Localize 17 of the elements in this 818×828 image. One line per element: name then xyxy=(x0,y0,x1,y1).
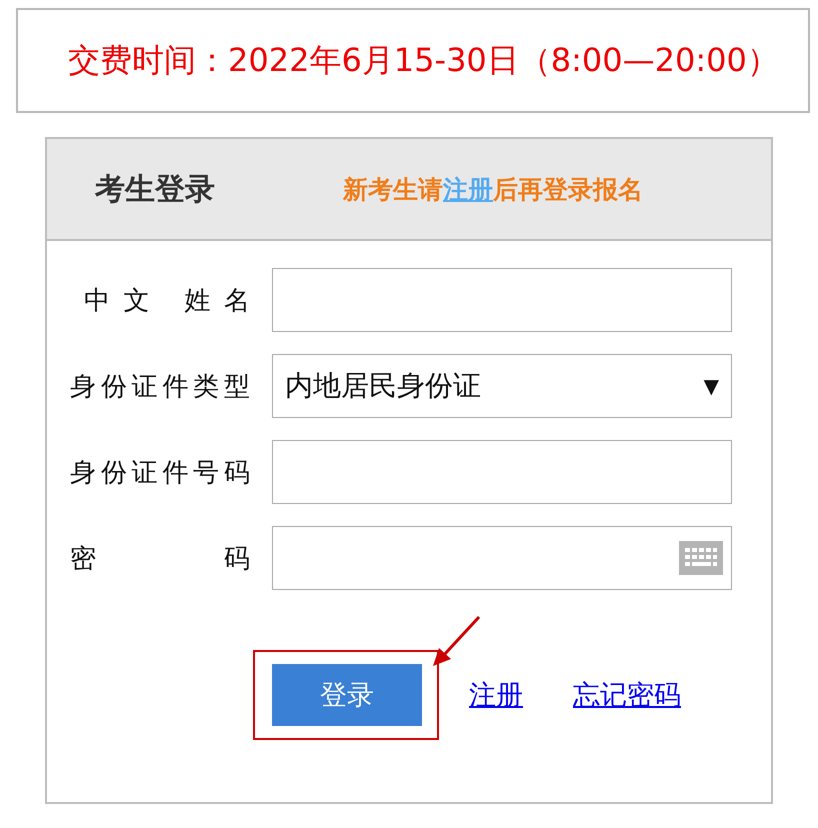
field-label: 身份证件号码 xyxy=(70,456,250,490)
panel-title: 考生登录 xyxy=(95,170,216,208)
register-hint: 新考生请 xyxy=(343,174,443,204)
payment-time-notice: 交费时间：2022年6月15-30日（8:00—20:00） xyxy=(68,40,779,80)
input-field[interactable] xyxy=(272,268,732,332)
register-hint: 后再登录报名 xyxy=(493,174,643,204)
password-field[interactable] xyxy=(272,526,732,590)
field-label: 身份证件类型 xyxy=(70,370,250,404)
field-label: 密 码 xyxy=(70,542,250,576)
caret-icon: ▼ xyxy=(704,374,719,398)
input-field[interactable] xyxy=(272,440,732,504)
text-link[interactable]: 忘记密码 xyxy=(573,677,681,713)
field-label: 中文 姓名 xyxy=(84,284,250,318)
text-link[interactable]: 注册 xyxy=(469,677,523,713)
id-type-select[interactable]: 内地居民身份证 ▼ xyxy=(272,354,732,418)
keyboard-icon[interactable] xyxy=(679,541,723,575)
login-button[interactable]: 登录 xyxy=(272,664,422,726)
